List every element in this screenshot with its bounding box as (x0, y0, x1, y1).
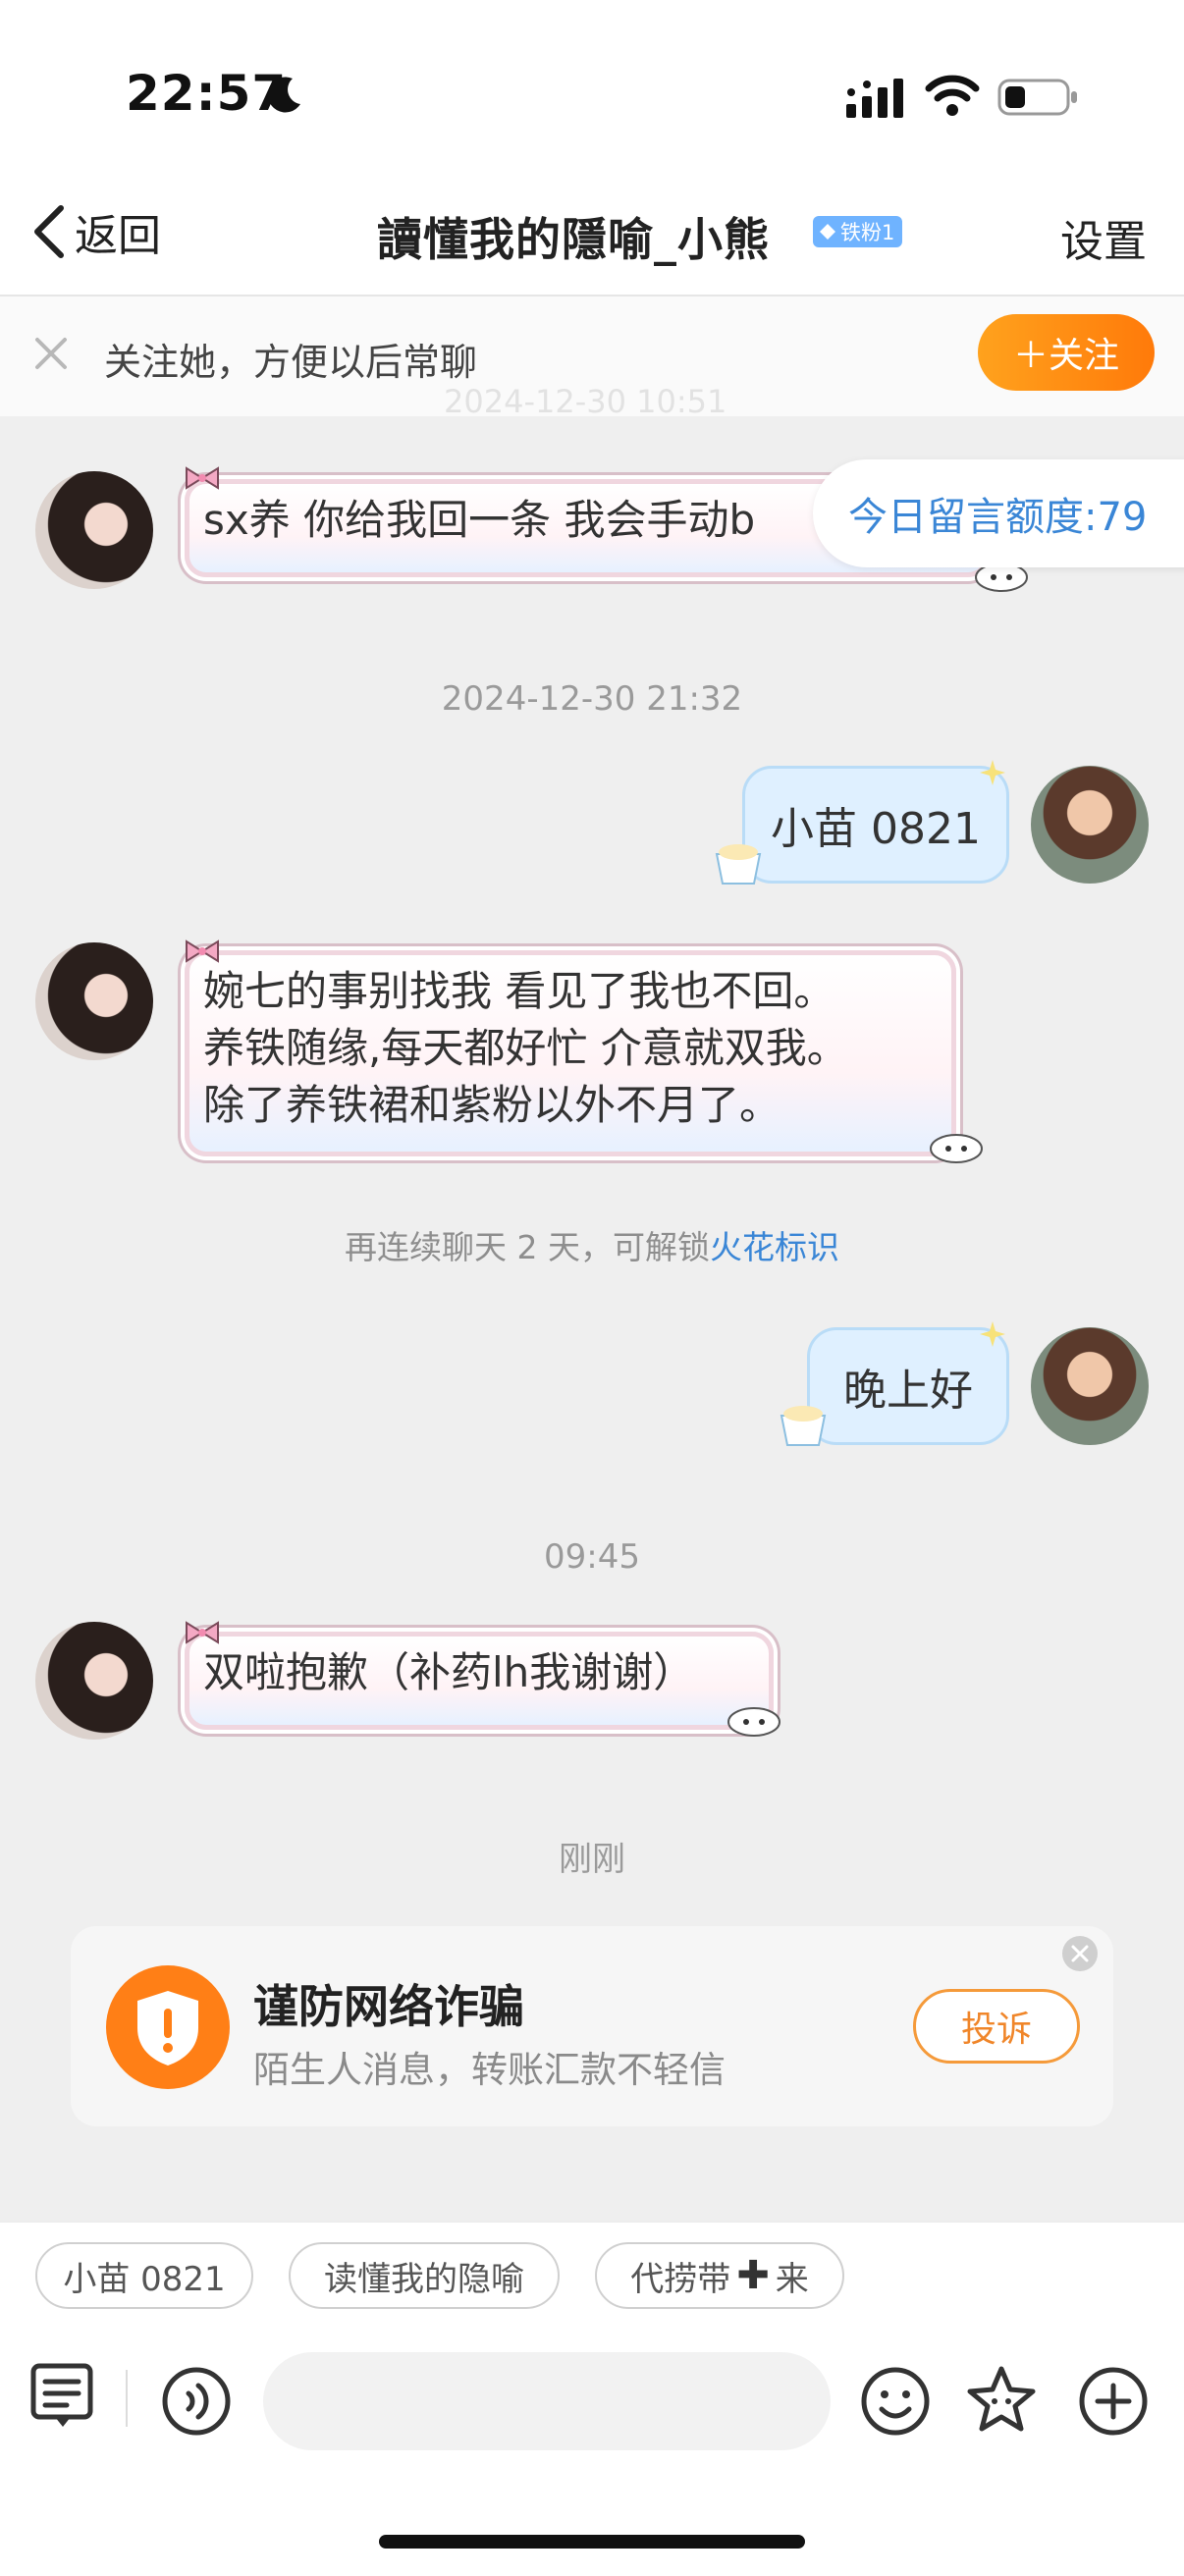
timestamp: 09:45 (544, 1537, 640, 1577)
follow-button[interactable]: ＋关注 (978, 314, 1155, 391)
message-input[interactable] (263, 2352, 831, 2450)
cellular-signal-icon (846, 79, 903, 118)
emoji-icon[interactable] (860, 2366, 931, 2437)
toolbar-divider (126, 2370, 128, 2427)
avatar-me[interactable] (1031, 1327, 1149, 1445)
shield-alert-icon (137, 1991, 198, 2066)
timestamp: 2024-12-30 21:32 (441, 679, 743, 719)
moon-icon (267, 77, 300, 113)
wifi-icon (925, 75, 980, 116)
plus-glyph-icon: ✚ (736, 2253, 770, 2298)
message-quota-pill: 今日留言额度:79 (813, 459, 1184, 567)
fraud-subtitle: 陌生人消息，转账汇款不轻信 (253, 2049, 726, 2091)
back-button[interactable]: 返回 (29, 196, 161, 267)
fraud-title: 谨防网络诈骗 (253, 1980, 524, 2033)
plus-icon[interactable] (1078, 2366, 1149, 2437)
avatar-her[interactable] (35, 1622, 153, 1740)
fan-level-badge: 铁粉1 (813, 216, 903, 247)
report-button[interactable]: 投诉 (913, 1989, 1080, 2064)
partial-timestamp: 2024-12-30 10:51 (444, 383, 727, 420)
spark-badge-link[interactable]: 火花标识 (710, 1228, 839, 1266)
back-label: 返回 (75, 211, 161, 261)
battery-icon (997, 79, 1077, 116)
cat-sticker-icon (930, 1134, 983, 1163)
message-text: 双啦抱歉（补药lh我谢谢） (203, 1648, 695, 1696)
quick-reply-chip[interactable]: 小苗 0821 (35, 2242, 253, 2309)
dessert-sticker-icon (715, 844, 762, 885)
pink-bow-icon (186, 1621, 219, 1644)
message-line: 除了养铁裙和紫粉以外不月了。 (203, 1081, 781, 1129)
message-bubble-her[interactable]: 双啦抱歉（补药lh我谢谢） (185, 1632, 774, 1730)
sparkle-icon (980, 760, 1005, 785)
settings-button[interactable]: 设置 (1060, 206, 1147, 269)
spark-unlock-tip: 再连续聊天 2 天，可解锁火花标识 (0, 1221, 1184, 1268)
sparkle-icon (980, 1321, 1005, 1347)
chevron-left-icon (34, 205, 64, 258)
quick-reply-chip-text: 代捞带 (630, 2259, 731, 2299)
message-text: 晚上好 (843, 1366, 973, 1416)
voice-icon[interactable] (161, 2366, 232, 2437)
cat-sticker-icon (727, 1707, 780, 1737)
close-icon[interactable] (31, 334, 71, 373)
message-list-icon[interactable] (27, 2360, 98, 2431)
quick-reply-chip-text-suffix: 来 (775, 2259, 809, 2299)
spark-tip-text: 再连续聊天 2 天，可解锁 (345, 1228, 710, 1266)
avatar-me[interactable] (1031, 766, 1149, 884)
message-text: sx养 你给我回一条 我会手动b (203, 496, 756, 544)
avatar-her[interactable] (35, 471, 153, 589)
dessert-sticker-icon (780, 1406, 827, 1446)
message-bubble-me[interactable]: 小苗 0821 (742, 766, 1009, 884)
message-line: 婉七的事别找我 看见了我也不回。 (203, 967, 835, 1015)
fan-badge-label: 铁粉1 (840, 221, 895, 244)
close-icon[interactable] (1062, 1936, 1098, 1971)
message-line: 养铁随缘,每天都好忙 介意就双我。 (203, 1024, 848, 1072)
quick-reply-chip[interactable]: 读懂我的隐喻 (289, 2242, 560, 2309)
diamond-icon (820, 224, 835, 240)
timestamp: 刚刚 (559, 1840, 625, 1879)
pink-bow-icon (186, 939, 219, 963)
avatar-her[interactable] (35, 942, 153, 1060)
follow-prompt-text: 关注她，方便以后常聊 (104, 341, 478, 384)
pink-bow-icon (186, 466, 219, 490)
star-sticker-icon[interactable] (966, 2364, 1037, 2435)
message-text: 小苗 0821 (771, 804, 981, 854)
message-bubble-her[interactable]: 婉七的事别找我 看见了我也不回。 养铁随缘,每天都好忙 介意就双我。 除了养铁裙… (185, 950, 956, 1156)
home-indicator (379, 2535, 805, 2549)
chat-title[interactable]: 讀懂我的隱喻_小熊 (377, 204, 770, 269)
quick-reply-chip[interactable]: 代捞带 ✚ 来 (595, 2242, 844, 2309)
